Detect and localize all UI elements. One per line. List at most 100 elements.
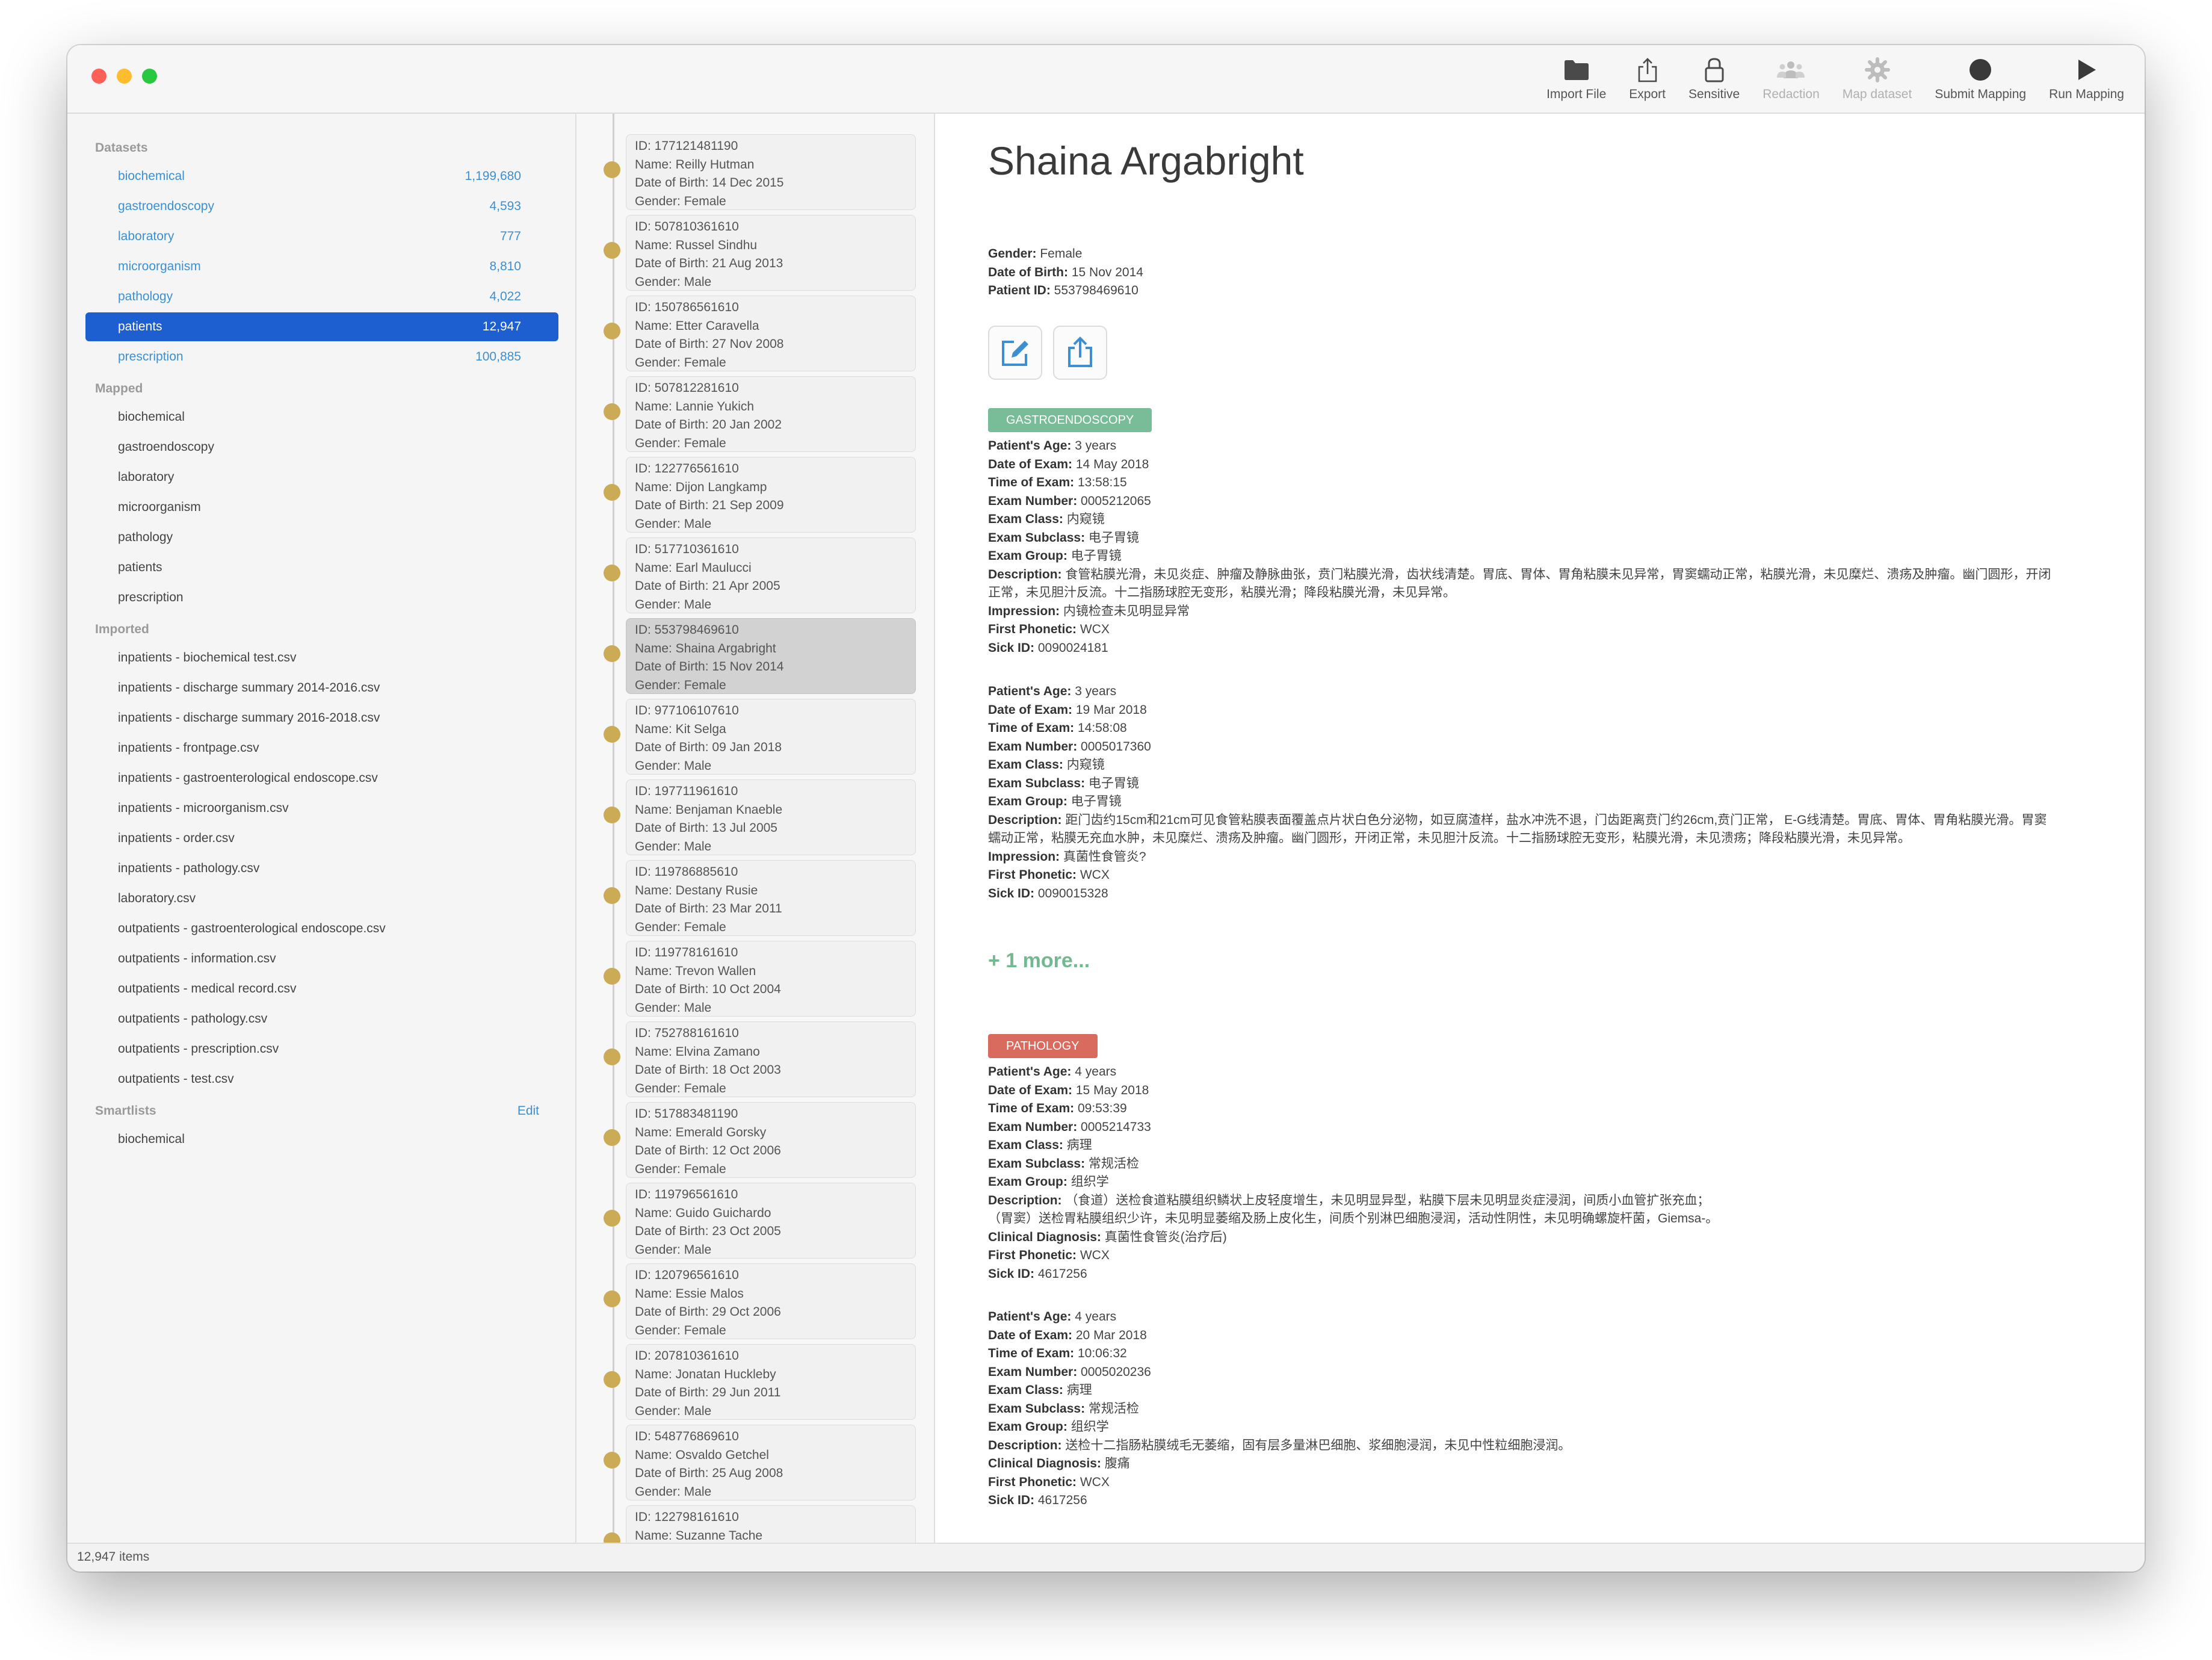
- timeline-dot: [604, 161, 620, 178]
- gastroendoscopy-record: Patient's Age: 3 years Date of Exam: 19 …: [988, 684, 2047, 900]
- imported-item[interactable]: outpatients - prescription.csv: [85, 1035, 558, 1064]
- sidebar-item-pathology[interactable]: pathology 4,022: [85, 282, 558, 311]
- patient-card[interactable]: ID: 977106107610 Name: Kit Selga Date of B…: [604, 699, 916, 775]
- timeline-dot: [604, 807, 620, 823]
- run-mapping-button[interactable]: Run Mapping: [2047, 56, 2127, 102]
- patient-card-id: ID: 150786561610: [635, 300, 739, 314]
- patient-card[interactable]: ID: 517710361610 Name: Earl Maulucci Date …: [604, 537, 916, 613]
- imported-item[interactable]: outpatients - pathology.csv: [85, 1005, 558, 1033]
- sidebar-item-laboratory[interactable]: laboratory 777: [85, 222, 558, 251]
- patient-card-dob: Date of Birth: 21 Sep 2009: [635, 498, 784, 512]
- patient-card[interactable]: ID: 517883481190 Name: Emerald Gorsky Date…: [604, 1102, 916, 1178]
- import-file-button[interactable]: Import File: [1544, 56, 1608, 102]
- patient-card[interactable]: ID: 507810361610 Name: Russel Sindhu Date …: [604, 215, 916, 291]
- patient-card-name: Name: Shaina Argabright: [635, 641, 776, 655]
- share-icon: [1068, 336, 1092, 367]
- patient-card-id: ID: 548776869610: [635, 1429, 739, 1443]
- edit-button[interactable]: [988, 326, 1042, 380]
- timeline-dot: [604, 565, 620, 581]
- sidebar-item-biochemical[interactable]: biochemical 1,199,680: [85, 162, 558, 191]
- mapped-item-laboratory[interactable]: laboratory: [85, 463, 558, 492]
- submit-mapping-button[interactable]: Submit Mapping: [1932, 56, 2028, 102]
- patient-card[interactable]: ID: 122776561610 Name: Dijon Langkamp Date…: [604, 457, 916, 533]
- patient-card-gender: Gender: Female: [635, 355, 726, 370]
- sensitive-button[interactable]: Sensitive: [1686, 56, 1742, 102]
- zoom-window-button[interactable]: [142, 69, 157, 84]
- patient-card-dob: Date of Birth: 29 Jun 2011: [635, 1386, 781, 1399]
- imported-item[interactable]: inpatients - frontpage.csv: [85, 734, 558, 763]
- imported-item[interactable]: inpatients - biochemical test.csv: [85, 643, 558, 672]
- imported-item[interactable]: inpatients - discharge summary 2016-2018…: [85, 704, 558, 732]
- gastroendoscopy-record: Patient's Age: 3 years Date of Exam: 14 …: [988, 439, 2051, 655]
- export-button[interactable]: Export: [1627, 56, 1668, 102]
- imported-item[interactable]: inpatients - gastroenterological endosco…: [85, 764, 558, 793]
- timeline-dot: [604, 968, 620, 985]
- patient-card-gender: Gender: Male: [635, 839, 712, 853]
- imported-item[interactable]: outpatients - test.csv: [85, 1065, 558, 1094]
- patient-card-id: ID: 517710361610: [635, 542, 739, 556]
- patient-card[interactable]: ID: 752788161610 Name: Elvina Zamano Date …: [604, 1021, 916, 1097]
- patient-card-name: Name: Elvina Zamano: [635, 1044, 760, 1059]
- smartlists-edit-button[interactable]: Edit: [517, 1104, 539, 1118]
- patient-card-dob: Date of Birth: 12 Oct 2006: [635, 1144, 781, 1157]
- sidebar-item-prescription[interactable]: prescription 100,885: [85, 342, 558, 371]
- imported-item[interactable]: inpatients - pathology.csv: [85, 854, 558, 883]
- timeline-dot: [604, 403, 620, 420]
- sidebar-item-microorganism[interactable]: microorganism 8,810: [85, 252, 558, 281]
- patient-card-name: Name: Dijon Langkamp: [635, 480, 767, 494]
- sidebar-item-patients[interactable]: patients 12,947: [85, 312, 558, 341]
- minimize-window-button[interactable]: [117, 69, 132, 84]
- patient-card-name: Name: Earl Maulucci: [635, 560, 752, 575]
- patient-card[interactable]: ID: 507812281610 Name: Lannie Yukich Date …: [604, 376, 916, 452]
- redaction-button[interactable]: Redaction: [1760, 56, 1822, 102]
- patient-card-gender: Gender: Female: [635, 194, 726, 208]
- share-button[interactable]: [1053, 326, 1107, 380]
- patient-card-id: ID: 507812281610: [635, 381, 739, 395]
- imported-item[interactable]: outpatients - medical record.csv: [85, 974, 558, 1003]
- mapped-item-pathology[interactable]: pathology: [85, 523, 558, 552]
- smartlist-item-biochemical[interactable]: biochemical: [85, 1125, 558, 1154]
- sidebar-item-gastroendoscopy[interactable]: gastroendoscopy 4,593: [85, 192, 558, 221]
- patient-card[interactable]: ID: 119786885610 Name: Destany Rusie Date …: [604, 860, 916, 936]
- patient-card-id: ID: 517883481190: [635, 1107, 738, 1121]
- gear-icon: [1864, 57, 1890, 82]
- patient-card[interactable]: ID: 548776869610 Name: Osvaldo Getchel Dat…: [604, 1425, 916, 1501]
- map-dataset-button[interactable]: Map dataset: [1840, 56, 1915, 102]
- imported-item[interactable]: outpatients - gastroenterological endosc…: [85, 914, 558, 943]
- patient-card-id: ID: 197711961610: [635, 784, 738, 798]
- patient-card-id: ID: 207810361610: [635, 1349, 739, 1363]
- edit-icon: [1002, 341, 1028, 366]
- mapped-item-prescription[interactable]: prescription: [85, 583, 558, 612]
- patient-card[interactable]: ID: 120796561610 Name: Essie Malos Date of…: [604, 1263, 916, 1339]
- mapped-item-gastroendoscopy[interactable]: gastroendoscopy: [85, 433, 558, 462]
- patient-card[interactable]: ID: 122798161610 Name: Suzanne Tache: [604, 1505, 916, 1544]
- patient-card[interactable]: ID: 207810361610 Name: Jonatan Huckleby Da…: [604, 1344, 916, 1420]
- patient-card[interactable]: ID: 150786561610 Name: Etter Caravella Dat…: [604, 296, 916, 371]
- sidebar: Datasets biochemical 1,199,680 gastroendo…: [67, 114, 576, 1544]
- mapped-item-microorganism[interactable]: microorganism: [85, 493, 558, 522]
- imported-item[interactable]: inpatients - microorganism.csv: [85, 794, 558, 823]
- patient-card-gender: Gender: Female: [635, 1081, 726, 1095]
- patient-card[interactable]: ID: 119796561610 Name: Guido Guichardo Dat…: [604, 1183, 916, 1259]
- mapped-item-biochemical[interactable]: biochemical: [85, 403, 558, 432]
- patient-card-gender: Gender: Male: [635, 758, 712, 773]
- pathology-record: Patient's Age: 4 years Date of Exam: 15 …: [988, 1065, 1719, 1281]
- close-window-button[interactable]: [91, 69, 107, 84]
- imported-item[interactable]: outpatients - information.csv: [85, 944, 558, 973]
- gastroendoscopy-more-link[interactable]: + 1 more...: [988, 949, 1090, 973]
- patient-card[interactable]: ID: 553798469610 Name: Shaina Argabright D…: [604, 618, 916, 694]
- imported-item[interactable]: laboratory.csv: [85, 884, 558, 913]
- patient-card[interactable]: ID: 119778161610 Name: Trevon Wallen Date …: [604, 941, 916, 1017]
- patient-card-id: ID: 119778161610: [635, 946, 738, 959]
- gastroendoscopy-badge: GASTROENDOSCOPY: [988, 408, 1152, 432]
- patient-card[interactable]: ID: 197711961610 Name: Benjaman Knaeble Da…: [604, 779, 916, 855]
- mapped-item-patients[interactable]: patients: [85, 553, 558, 582]
- patient-card-name: Name: Reilly Hutman: [635, 157, 755, 172]
- timeline-dot: [604, 323, 620, 339]
- imported-item[interactable]: inpatients - order.csv: [85, 824, 558, 853]
- people-icon: [1777, 61, 1805, 78]
- imported-item[interactable]: inpatients - discharge summary 2014-2016…: [85, 674, 558, 702]
- patient-card[interactable]: ID: 177121481190 Name: Reilly Hutman Date …: [604, 134, 916, 210]
- patient-list: ID: 177121481190 Name: Reilly Hutman Date …: [576, 114, 935, 1544]
- share-icon: [1638, 58, 1657, 82]
